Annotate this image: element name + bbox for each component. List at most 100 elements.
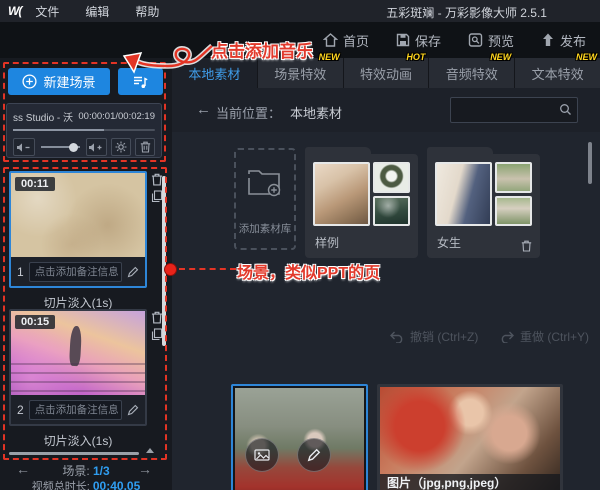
scene2-transition-label[interactable]: 切片淡入(1s) [9,432,147,449]
home-icon [323,33,338,47]
save-icon [396,33,410,47]
menu-edit[interactable]: 编辑 [85,3,109,20]
audio-delete-button[interactable] [135,138,155,156]
scene-pager-label: 场景: [62,464,89,478]
folder-sample[interactable]: 样例 [305,154,418,258]
publish-label: 发布 [560,31,586,50]
tab-label: 音频特效 [446,64,498,83]
photo-tile [373,162,410,193]
folder-sample-collage [313,162,410,226]
home-label: 首页 [343,31,369,50]
undo-button[interactable]: 撤销 (Ctrl+Z) [390,328,478,345]
folder-girl-name: 女生 [437,234,461,251]
folder-girl-collage [435,162,532,226]
scene2-index: 2 [17,403,24,417]
scene2-note-field[interactable]: 点击添加备注信息 [29,400,122,420]
save-label: 保存 [415,31,441,50]
preview-icon [468,33,483,47]
tab-scene-effects[interactable]: 场景特效 NEW [258,58,343,88]
scene2-edit-note-icon[interactable] [127,404,139,416]
scene-card-1[interactable]: 00:11 1 点击添加备注信息 [9,171,147,288]
breadcrumb-label: 当前位置： [216,103,281,122]
photo-tile [495,162,532,193]
app-window: W( 文件 编辑 帮助 五彩斑斓 - 万彩影像大师 2.5.1 首页 保存 预览… [0,0,600,490]
asset-tulip-selected[interactable] [231,384,368,490]
audio-track-panel: ss Studio - 沃 00:00:01/00:02:19 [6,103,162,158]
search-box [450,97,578,123]
tab-text-effects[interactable]: 文本特效 NEW [515,58,600,88]
hot-badge: HOT [406,52,425,62]
tab-local-material[interactable]: 本地素材 [172,58,257,88]
redo-button[interactable]: 重做 (Ctrl+Y) [500,328,589,345]
plus-circle-icon [22,74,37,89]
tab-label: 本地素材 [188,64,240,83]
photo-tile [435,162,492,226]
library-content: 添加素材库 样例 女生 [172,132,600,490]
scene1-duration-badge: 00:11 [15,177,55,191]
new-badge: NEW [576,52,597,62]
gear-icon [115,141,127,153]
folder-delete-icon[interactable] [521,240,532,252]
volume-up-button[interactable] [86,138,108,156]
asset-type-label: 图片（jpg,png,jpeg） [380,474,560,490]
scene1-edit-note-icon[interactable] [127,266,139,278]
publish-button[interactable]: 发布 [541,31,586,50]
back-button[interactable]: ← [196,101,211,118]
window-title: 五彩斑斓 - 万彩影像大师 2.5.1 [386,4,547,21]
new-scene-label: 新建场景 [43,72,95,91]
music-playlist-icon [132,74,149,90]
replace-image-button[interactable] [245,438,279,472]
tab-audio-effects[interactable]: 音频特效 NEW [429,58,514,88]
add-library-label: 添加素材库 [236,221,294,236]
asset-children-photo[interactable]: 图片（jpg,png,jpeg） 起始时间:00:05.60 时长:5.42s [377,384,563,490]
undo-icon [390,331,404,343]
history-bar: 撤销 (Ctrl+Z) 重做 (Ctrl+Y) [172,328,600,348]
add-music-button[interactable] [118,68,163,95]
scene1-thumbnail[interactable]: 00:11 [11,173,145,257]
tab-label: 特效动画 [360,64,412,83]
scene-pager-value: 1/3 [93,464,110,478]
next-scene-button[interactable]: → [138,461,152,477]
library-scrollbar[interactable] [588,142,592,184]
audio-progress-bar[interactable] [13,129,155,131]
volume-down-button[interactable] [13,138,35,156]
preview-label: 预览 [488,31,514,50]
volume-slider[interactable] [39,138,82,156]
home-button[interactable]: 首页 [323,31,369,50]
tab-effect-animation[interactable]: 特效动画 HOT [344,58,429,88]
scene-card-2[interactable]: 00:15 2 点击添加备注信息 [9,309,147,426]
menu-file[interactable]: 文件 [35,3,59,20]
undo-label: 撤销 (Ctrl+Z) [410,328,478,345]
add-library-button[interactable]: 添加素材库 [234,148,296,250]
new-scene-button[interactable]: 新建场景 [8,68,110,95]
search-icon[interactable] [559,103,572,116]
scene1-index: 1 [17,265,24,279]
menu-help[interactable]: 帮助 [135,3,159,20]
scene-pager: ← 场景: 1/3 → [0,462,172,477]
scene2-delete-icon[interactable] [151,311,167,324]
photo-tile [313,162,370,226]
audio-track-time: 00:00:01/00:02:19 [78,111,155,122]
material-panel: 本地素材 场景特效 NEW 特效动画 HOT 音频特效 NEW 文本特效 NEW… [172,58,600,490]
material-tabs: 本地素材 场景特效 NEW 特效动画 HOT 音频特效 NEW 文本特效 NEW [172,58,600,88]
scene2-duplicate-icon[interactable] [151,328,167,341]
new-badge: NEW [319,52,340,62]
scroll-up-icon[interactable] [146,448,154,453]
tab-label: 场景特效 [274,64,326,83]
redo-label: 重做 (Ctrl+Y) [520,328,589,345]
audio-settings-button[interactable] [111,138,131,156]
preview-button[interactable]: 预览 [468,31,514,50]
title-bar: W( 文件 编辑 帮助 五彩斑斓 - 万彩影像大师 2.5.1 [0,0,600,22]
breadcrumb-value: 本地素材 [290,103,342,122]
edit-image-button[interactable] [297,438,331,472]
scene-list-hscrollbar[interactable] [9,452,139,455]
app-logo-icon: W( [8,4,21,18]
save-button[interactable]: 保存 [396,31,441,50]
search-input[interactable] [455,99,551,121]
photo-tile [495,196,532,227]
photo-tile [373,196,410,227]
scene1-note-field[interactable]: 点击添加备注信息 [29,262,122,282]
total-duration-label: 视频总时长: [32,481,90,490]
scene2-thumbnail[interactable]: 00:15 [11,311,145,395]
folder-girl[interactable]: 女生 [427,154,540,258]
